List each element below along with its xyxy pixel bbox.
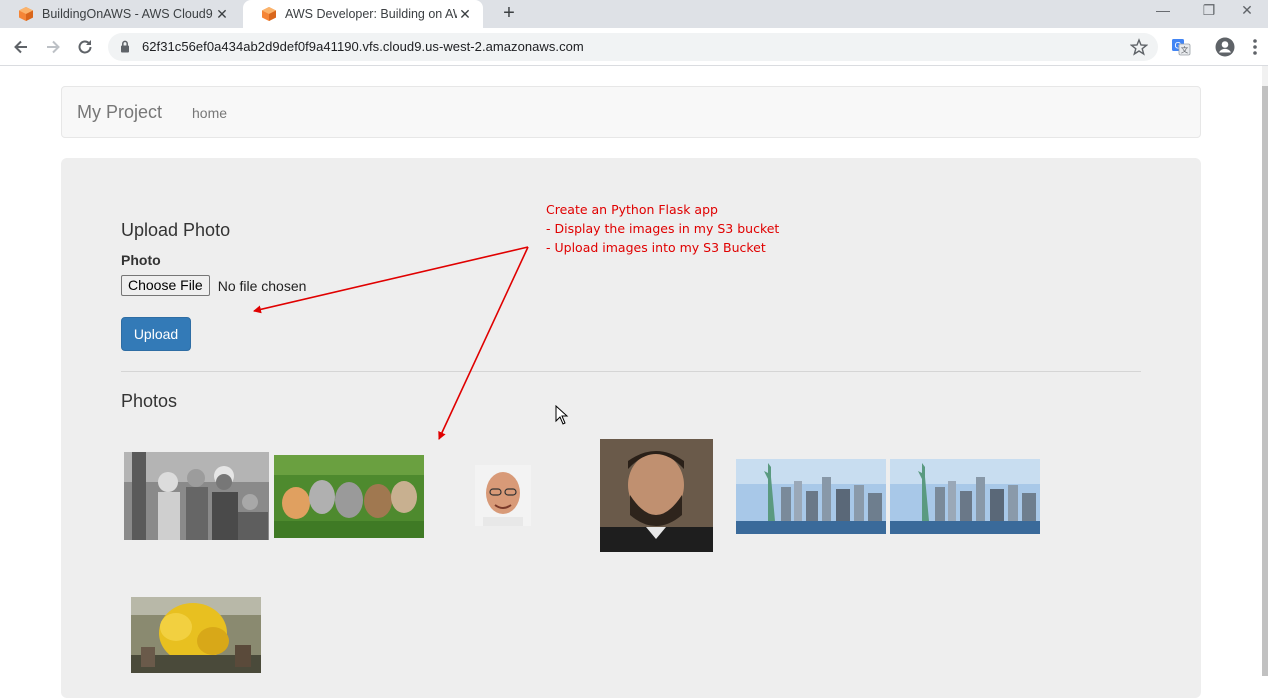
scrollbar-thumb[interactable] bbox=[1262, 86, 1268, 676]
page-scrollbar[interactable] bbox=[1262, 66, 1268, 676]
annotation-arrow-photos bbox=[438, 246, 529, 440]
annotation-arrows bbox=[253, 246, 529, 440]
mouse-cursor-icon bbox=[555, 405, 569, 425]
annotation-arrow-upload bbox=[253, 246, 529, 314]
